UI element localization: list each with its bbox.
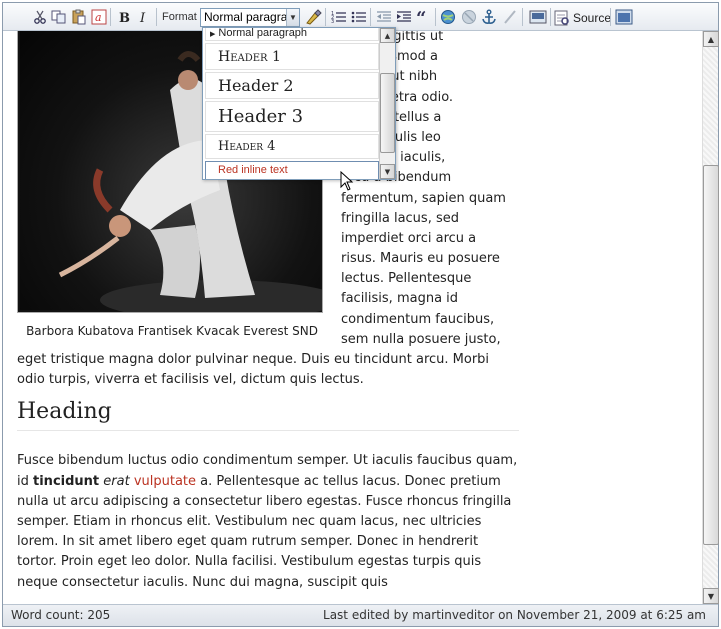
indent-icon[interactable] — [394, 7, 414, 27]
toolbar-separator — [550, 8, 551, 26]
copy-icon[interactable] — [49, 7, 69, 27]
format-option-header-2[interactable]: Header 2 — [205, 72, 379, 99]
dropdown-scroll-thumb[interactable] — [380, 73, 395, 153]
image-caption: Barbora Kubatova Frantisek Kvacak Everes… — [26, 324, 318, 338]
link-icon[interactable] — [438, 7, 458, 27]
format-dropdown-list: ▶ Normal paragraph Header 1 Header 2 Head… — [203, 28, 381, 179]
status-bar: Word count: 205 Last edited by martinved… — [3, 604, 718, 626]
paragraph-2-rest: a. Pellentesque ac tellus lacus. Donec p… — [17, 473, 512, 590]
toolbar-separator — [370, 8, 371, 26]
mouse-cursor-icon — [340, 171, 354, 191]
source-button[interactable]: Source — [554, 8, 611, 27]
paste-word-icon[interactable]: a — [89, 7, 109, 27]
toolbar-separator — [325, 8, 326, 26]
cut-icon[interactable] — [30, 7, 50, 27]
italic-text: erat — [103, 473, 130, 489]
last-edited: Last edited by martinveditor on November… — [323, 608, 706, 622]
bold-icon[interactable]: B — [114, 7, 134, 27]
dropdown-scroll-up-icon[interactable]: ▲ — [380, 28, 395, 43]
format-option-header-4[interactable]: Header 4 — [205, 134, 379, 159]
svg-text:I: I — [139, 11, 146, 24]
bold-text: tincidunt — [33, 473, 100, 489]
special-char-icon[interactable] — [500, 7, 520, 27]
format-option-header-3[interactable]: Header 3 — [205, 101, 379, 132]
toolbar-separator — [110, 8, 111, 26]
toolbar-separator — [435, 8, 436, 26]
selected-marker-icon: ▶ — [210, 31, 216, 38]
clean-format-icon[interactable] — [303, 7, 323, 27]
content-heading: Heading — [17, 390, 519, 432]
svg-text:B: B — [119, 11, 130, 24]
format-option-label: Normal paragraph — [218, 28, 308, 39]
outdent-icon[interactable] — [374, 7, 394, 27]
numbered-list-icon[interactable]: 123 — [329, 7, 349, 27]
image-icon[interactable] — [528, 7, 548, 27]
editor-scrollbar[interactable]: ▲ ▼ — [702, 31, 719, 604]
svg-text:3: 3 — [331, 19, 334, 24]
source-button-label: Source — [573, 10, 612, 25]
toolbar-separator — [522, 8, 523, 26]
paragraph-2: Fusce bibendum luctus odio condimentum s… — [17, 451, 519, 592]
editor-frame: a B I Format Normal paragraph ▼ 123 “ So… — [2, 2, 719, 627]
blockquote-icon[interactable]: “ — [414, 7, 434, 27]
svg-text:a: a — [95, 11, 102, 24]
fullscreen-icon[interactable] — [614, 7, 634, 27]
toolbar-separator — [610, 8, 611, 26]
scrollbar-thumb[interactable] — [703, 165, 719, 545]
italic-icon[interactable]: I — [134, 7, 154, 27]
red-inline-text: vulputate — [133, 473, 197, 489]
format-dropdown[interactable]: ▶ Normal paragraph Header 1 Header 2 Head… — [202, 27, 396, 180]
paragraph-1-tail: eget tristique magna dolor pulvinar nequ… — [17, 352, 490, 388]
scroll-up-icon[interactable]: ▲ — [703, 31, 719, 47]
dropdown-scrollbar[interactable]: ▲ ▼ — [379, 28, 395, 179]
bullet-list-icon[interactable] — [349, 7, 369, 27]
format-option-header-1[interactable]: Header 1 — [205, 43, 379, 70]
format-option-label: Header 1 — [218, 49, 281, 65]
format-option-label: Header 4 — [218, 139, 276, 154]
unlink-icon[interactable] — [459, 7, 479, 27]
anchor-icon[interactable] — [479, 7, 499, 27]
dropdown-scroll-down-icon[interactable]: ▼ — [380, 164, 395, 179]
format-label: Format — [162, 11, 197, 23]
format-option-normal[interactable]: ▶ Normal paragraph — [205, 28, 379, 41]
format-option-label: Header 3 — [218, 106, 304, 127]
chevron-down-icon[interactable]: ▼ — [286, 9, 299, 26]
format-option-label: Header 2 — [218, 76, 294, 95]
source-icon — [554, 10, 569, 25]
scroll-down-icon[interactable]: ▼ — [703, 588, 719, 604]
format-select[interactable]: Normal paragraph ▼ — [200, 8, 300, 27]
svg-text:“: “ — [416, 10, 426, 24]
toolbar-separator — [156, 8, 157, 26]
word-count: Word count: 205 — [11, 608, 111, 622]
paste-icon[interactable] — [69, 7, 89, 27]
format-option-label: Red inline text — [218, 164, 288, 176]
